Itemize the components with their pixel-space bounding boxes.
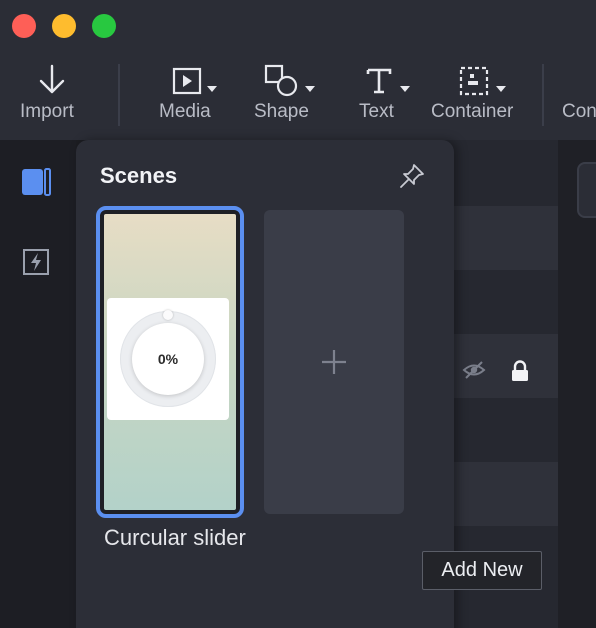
chevron-down-icon — [305, 86, 315, 92]
lock-icon[interactable] — [510, 360, 530, 382]
add-new-tooltip: Add New — [422, 551, 542, 590]
scenes-popover: Scenes 0% Curcular slider — [76, 140, 454, 628]
text-button[interactable]: Text — [358, 62, 414, 132]
chevron-down-icon — [496, 86, 506, 92]
shape-label: Shape — [254, 101, 309, 122]
shape-icon — [264, 64, 298, 97]
import-icon — [39, 64, 65, 94]
window-maximize-button[interactable] — [92, 14, 116, 38]
layer-row[interactable] — [440, 206, 558, 270]
import-label: Import — [20, 101, 74, 122]
slider-track: 0% — [120, 310, 216, 407]
toolbar-divider — [118, 64, 120, 126]
eye-off-icon[interactable] — [462, 360, 486, 380]
media-button[interactable]: Media — [158, 62, 222, 132]
import-button[interactable]: Import — [20, 62, 82, 132]
scenes-panel-icon[interactable] — [20, 166, 52, 198]
truncated-label: Con — [562, 101, 596, 122]
chevron-down-icon — [400, 86, 410, 92]
scenes-title: Scenes — [100, 163, 178, 188]
layer-row[interactable] — [440, 462, 558, 526]
interactions-icon[interactable] — [20, 246, 52, 278]
scene-thumbnail: 0% — [104, 214, 236, 510]
toolbar-item-truncated[interactable]: Con — [562, 62, 596, 132]
layer-row[interactable] — [440, 334, 558, 398]
window-close-button[interactable] — [12, 14, 36, 38]
scene-name: Curcular slider — [104, 525, 246, 550]
pin-icon[interactable] — [398, 162, 426, 190]
text-label: Text — [359, 101, 394, 122]
slider-knob — [163, 310, 173, 320]
media-icon — [172, 67, 202, 95]
right-panel-field[interactable] — [577, 162, 596, 218]
toolbar: Import Media Shape Text Container Con — [0, 0, 596, 140]
shape-button[interactable]: Shape — [254, 62, 318, 132]
circular-slider-preview: 0% — [107, 298, 229, 420]
window-minimize-button[interactable] — [52, 14, 76, 38]
left-rail — [0, 140, 76, 628]
chevron-down-icon — [207, 86, 217, 92]
text-icon — [366, 68, 392, 94]
toolbar-divider — [542, 64, 544, 126]
scene-card-selected[interactable]: 0% — [96, 206, 244, 518]
slider-center: 0% — [132, 323, 204, 395]
plus-icon — [322, 350, 346, 374]
add-scene-button[interactable] — [264, 210, 404, 514]
container-button[interactable]: Container — [430, 62, 522, 132]
container-icon — [459, 66, 489, 96]
slider-value: 0% — [157, 351, 179, 367]
container-label: Container — [431, 101, 514, 122]
media-label: Media — [159, 101, 211, 122]
